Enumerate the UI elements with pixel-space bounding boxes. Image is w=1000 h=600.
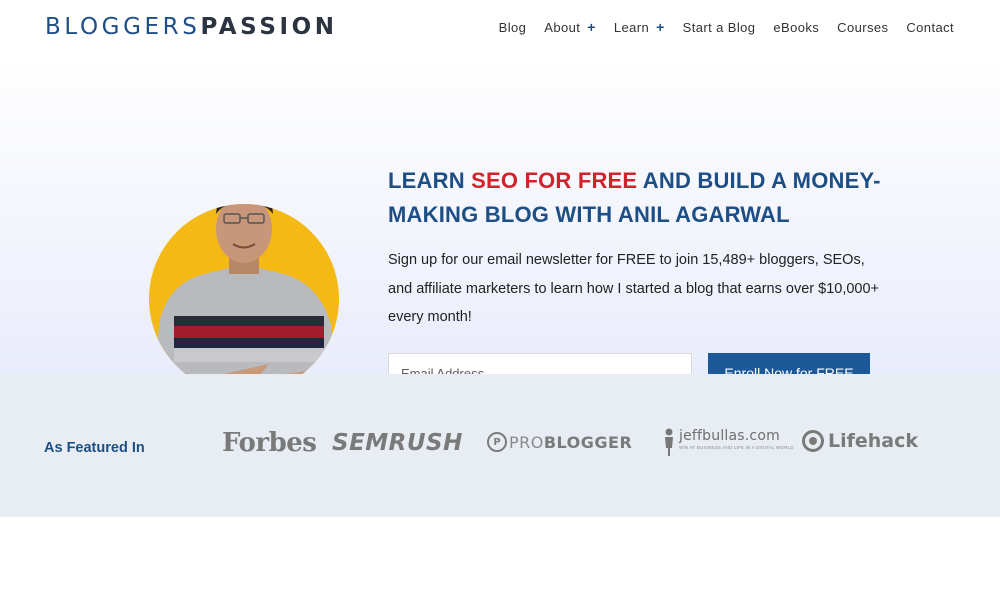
headline-highlight: SEO FOR FREE [471, 168, 638, 193]
logo-text-bloggers: BLOGGERS [45, 14, 201, 40]
featured-label: As Featured In [44, 440, 145, 456]
nav-item-ebooks[interactable]: eBooks [773, 19, 819, 35]
nav-item-blog[interactable]: Blog [499, 19, 527, 35]
author-portrait [149, 204, 339, 394]
nav-label: About [544, 19, 581, 35]
nav-item-start-a-blog[interactable]: Start a Blog [683, 19, 756, 35]
logo-text-passion: PASSION [200, 14, 338, 40]
problogger-logo: P PRO BLOGGER [487, 432, 632, 452]
hero-description: Sign up for our email newsletter for FRE… [388, 252, 880, 325]
lifehack-icon [802, 430, 824, 452]
nav-item-courses[interactable]: Courses [837, 19, 888, 35]
nav-label: Learn [613, 19, 650, 35]
hero-headline: LEARN SEO FOR FREE AND BUILD A MONEY-MAK… [388, 164, 908, 232]
person-photo-icon [149, 204, 339, 394]
main-nav: Blog About + Learn + Start a Blog eBooks C… [481, 19, 954, 35]
problogger-icon: P [487, 432, 507, 452]
featured-logos: Forbes SEMRUSH P PRO BLOGGER jeffbullas.c… [222, 374, 922, 517]
lifehack-logo: Lifehack [802, 430, 918, 452]
problogger-text-blogger: BLOGGER [543, 432, 633, 452]
jeffbullas-logo: jeffbullas.com WIN AT BUSINESS AND LIFE … [664, 428, 794, 456]
expand-plus-icon[interactable]: + [656, 19, 665, 35]
site-header: BLOGGERSPASSION Blog About + Learn + Start… [0, 0, 1000, 56]
nav-label: Contact [906, 19, 954, 35]
nav-label: eBooks [773, 19, 820, 35]
nav-label: Start a Blog [682, 19, 756, 35]
site-logo[interactable]: BLOGGERSPASSION [45, 14, 338, 40]
nav-item-about[interactable]: About + [544, 19, 596, 35]
nav-item-contact[interactable]: Contact [906, 19, 954, 35]
semrush-logo: SEMRUSH [332, 430, 463, 456]
featured-section: As Featured In Forbes SEMRUSH P PRO BLOGG… [0, 374, 1000, 517]
nav-item-learn[interactable]: Learn + [614, 19, 665, 35]
jeffbullas-tagline: WIN AT BUSINESS AND LIFE IN A DIGITAL WO… [679, 445, 794, 450]
problogger-text-pro: PRO [509, 432, 544, 452]
lifehack-text: Lifehack [828, 430, 919, 452]
nav-label: Blog [498, 19, 527, 35]
expand-plus-icon[interactable]: + [587, 19, 596, 35]
hero-section: LEARN SEO FOR FREE AND BUILD A MONEY-MAK… [0, 56, 1000, 394]
forbes-logo: Forbes [222, 428, 317, 458]
person-silhouette-icon [665, 428, 673, 456]
nav-label: Courses [837, 19, 889, 35]
jeffbullas-text: jeffbullas.com [679, 428, 780, 444]
headline-part: LEARN [388, 168, 472, 193]
